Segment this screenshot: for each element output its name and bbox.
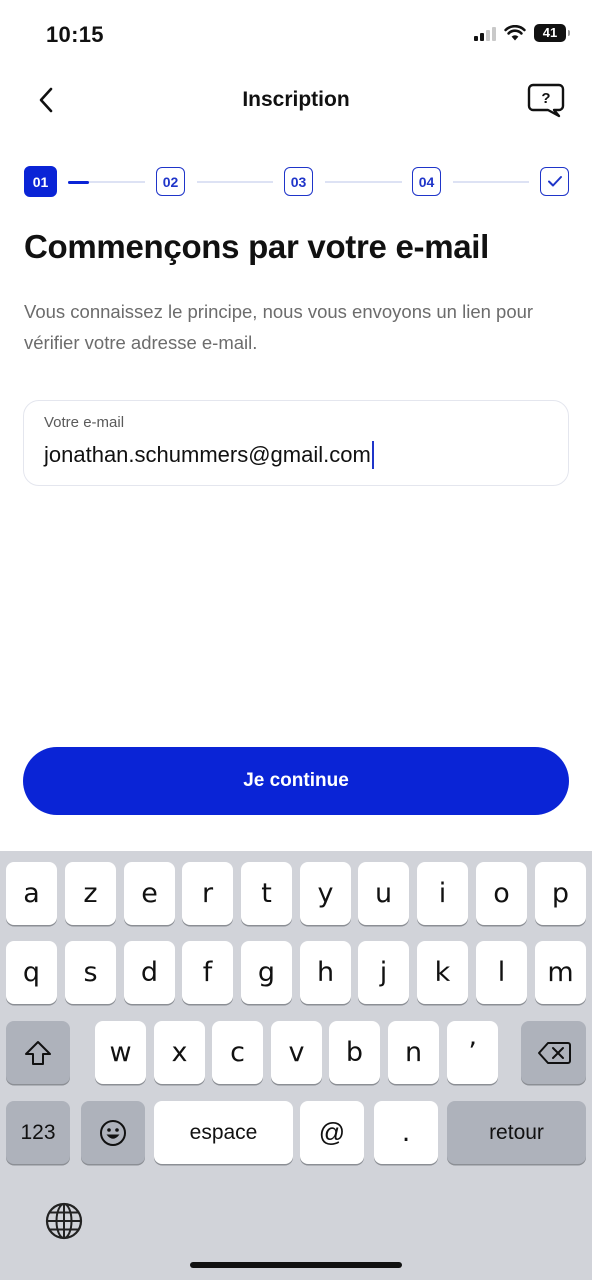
dot-key[interactable]: . — [374, 1101, 438, 1164]
step-connector — [453, 181, 529, 183]
key-e[interactable]: e — [124, 862, 175, 925]
globe-icon — [45, 1202, 83, 1240]
key-v[interactable]: v — [271, 1021, 322, 1084]
status-time: 10:15 — [46, 22, 104, 47]
key-apostrophe[interactable]: ’ — [447, 1021, 498, 1084]
key-z[interactable]: z — [65, 862, 116, 925]
step-connector — [197, 181, 273, 183]
progress-stepper: 01 02 03 04 — [24, 166, 569, 199]
home-indicator[interactable] — [190, 1262, 402, 1268]
key-j[interactable]: j — [358, 941, 409, 1004]
key-l[interactable]: l — [476, 941, 527, 1004]
email-input[interactable]: jonathan.schummers@gmail.com — [44, 441, 374, 469]
shift-icon — [25, 1040, 51, 1065]
key-k[interactable]: k — [417, 941, 468, 1004]
key-n[interactable]: n — [388, 1021, 439, 1084]
step-connector — [68, 180, 145, 184]
key-x[interactable]: x — [154, 1021, 205, 1084]
key-p[interactable]: p — [535, 862, 586, 925]
at-key[interactable]: @ — [300, 1101, 364, 1164]
key-f[interactable]: f — [182, 941, 233, 1004]
email-field[interactable]: Votre e-mail jonathan.schummers@gmail.co… — [23, 400, 569, 486]
key-i[interactable]: i — [417, 862, 468, 925]
key-w[interactable]: w — [95, 1021, 146, 1084]
wifi-icon — [504, 25, 526, 41]
key-a[interactable]: a — [6, 862, 57, 925]
key-b[interactable]: b — [329, 1021, 380, 1084]
return-key[interactable]: retour — [447, 1101, 586, 1164]
delete-key[interactable] — [521, 1021, 586, 1084]
battery-icon: 41 — [534, 24, 570, 42]
email-input-value: jonathan.schummers@gmail.com — [44, 442, 371, 467]
cellular-signal-icon — [474, 25, 496, 41]
status-icons: 41 — [474, 24, 570, 42]
text-cursor — [371, 441, 374, 469]
continue-button[interactable]: Je continue — [23, 747, 569, 815]
key-y[interactable]: y — [300, 862, 351, 925]
check-icon — [547, 176, 562, 187]
key-t[interactable]: t — [241, 862, 292, 925]
step-final — [540, 167, 569, 196]
step-04: 04 — [412, 167, 441, 196]
key-o[interactable]: o — [476, 862, 527, 925]
key-d[interactable]: d — [124, 941, 175, 1004]
key-g[interactable]: g — [241, 941, 292, 1004]
step-connector — [325, 181, 402, 183]
key-q[interactable]: q — [6, 941, 57, 1004]
step-02: 02 — [156, 167, 185, 196]
space-key[interactable]: espace — [154, 1101, 293, 1164]
key-h[interactable]: h — [300, 941, 351, 1004]
backspace-icon — [537, 1041, 571, 1064]
key-s[interactable]: s — [65, 941, 116, 1004]
svg-text:?: ? — [541, 90, 550, 107]
step-01: 01 — [24, 166, 57, 197]
top-navigation: Inscription ? — [0, 70, 592, 132]
virtual-keyboard: a z e r t y u i o p q s d f g h j k l m … — [0, 851, 592, 1280]
description-text: Vous connaissez le principe, nous vous e… — [24, 301, 534, 353]
email-field-label: Votre e-mail — [44, 414, 125, 431]
emoji-key[interactable] — [81, 1101, 145, 1164]
step-progress-indicator — [68, 180, 89, 184]
key-r[interactable]: r — [182, 862, 233, 925]
language-switch-button[interactable] — [44, 1201, 84, 1241]
emoji-icon — [100, 1119, 126, 1146]
shift-key[interactable] — [6, 1021, 70, 1084]
status-bar: 10:15 41 — [0, 0, 592, 70]
headline: Commençons par votre e-mail — [24, 228, 490, 265]
key-c[interactable]: c — [212, 1021, 263, 1084]
key-m[interactable]: m — [535, 941, 586, 1004]
help-chat-icon: ? — [527, 83, 565, 118]
page-title: Inscription — [242, 88, 350, 111]
numbers-key[interactable]: 123 — [6, 1101, 70, 1164]
step-03: 03 — [284, 167, 313, 196]
key-u[interactable]: u — [358, 862, 409, 925]
help-button[interactable]: ? — [526, 82, 566, 120]
